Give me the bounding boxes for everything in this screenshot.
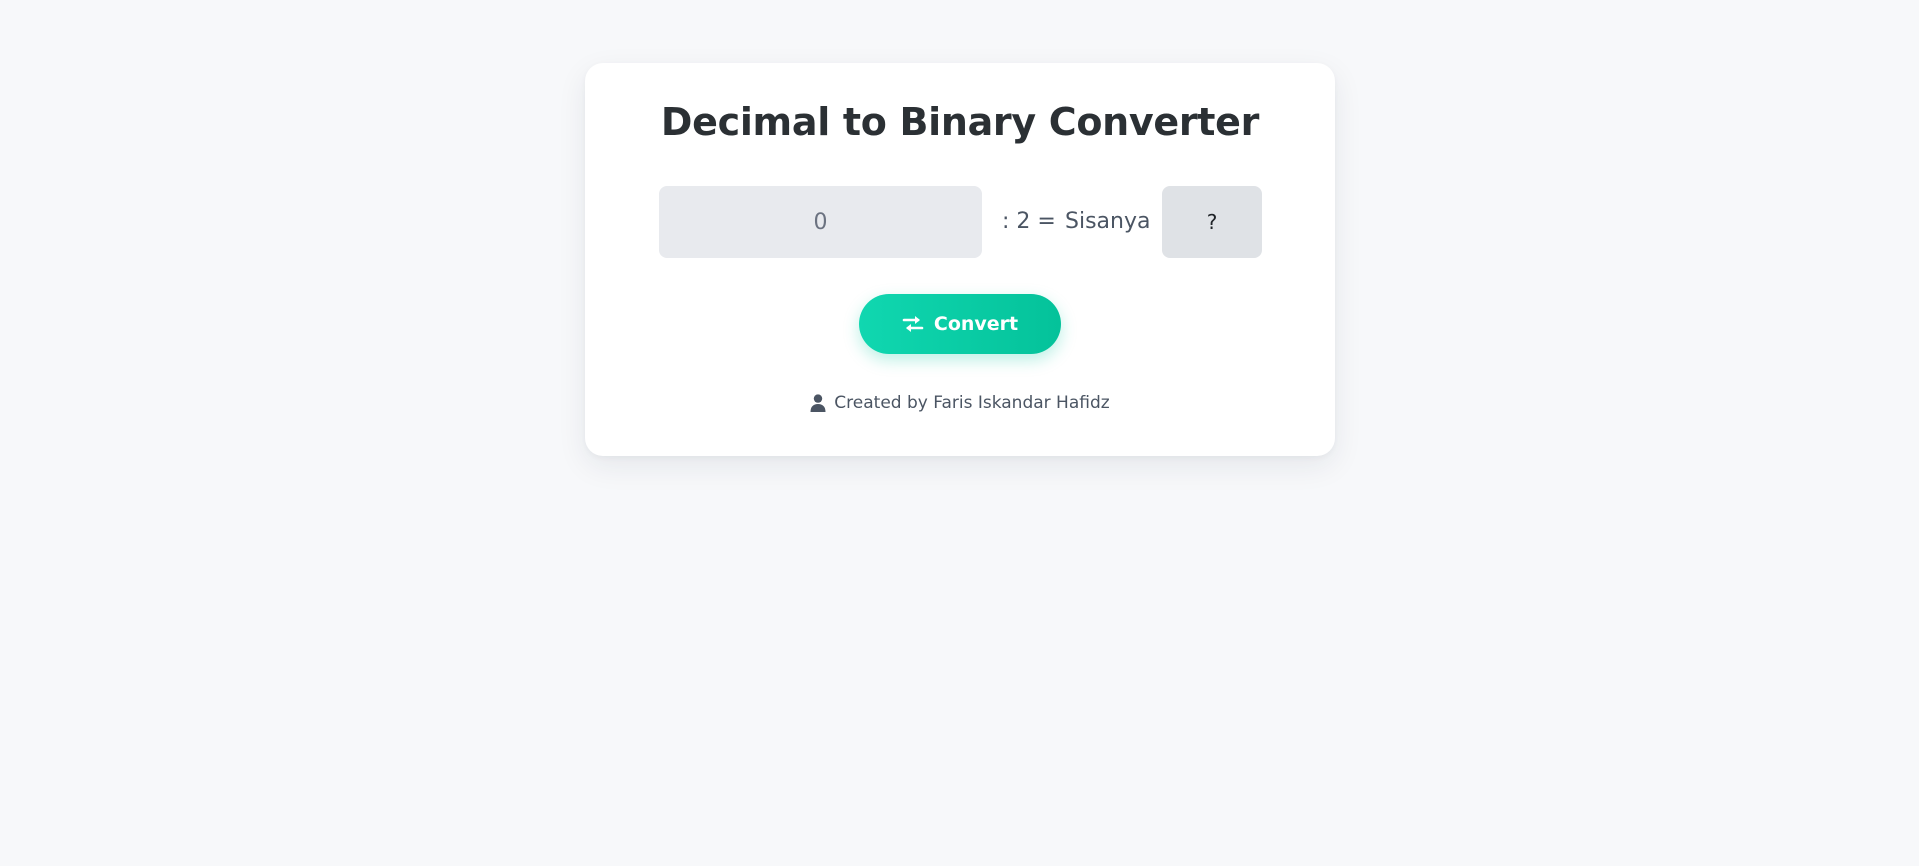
converter-card: Decimal to Binary Converter : 2 = Sisany… — [585, 63, 1335, 456]
decimal-input[interactable] — [659, 186, 982, 258]
convert-button[interactable]: Convert — [859, 294, 1061, 354]
user-icon — [810, 394, 826, 412]
divide-by-two-label: : 2 = — [1002, 209, 1056, 234]
page-title: Decimal to Binary Converter — [660, 100, 1260, 144]
remainder-label: Sisanya — [1065, 209, 1151, 234]
credits: Created by Faris Iskandar Hafidz — [585, 393, 1335, 413]
convert-button-label: Convert — [933, 313, 1019, 335]
credits-text: Created by Faris Iskandar Hafidz — [834, 393, 1110, 413]
swap-arrows-icon — [902, 316, 924, 332]
division-row: : 2 = Sisanya ? — [659, 186, 1263, 258]
remainder-value: ? — [1162, 186, 1262, 258]
